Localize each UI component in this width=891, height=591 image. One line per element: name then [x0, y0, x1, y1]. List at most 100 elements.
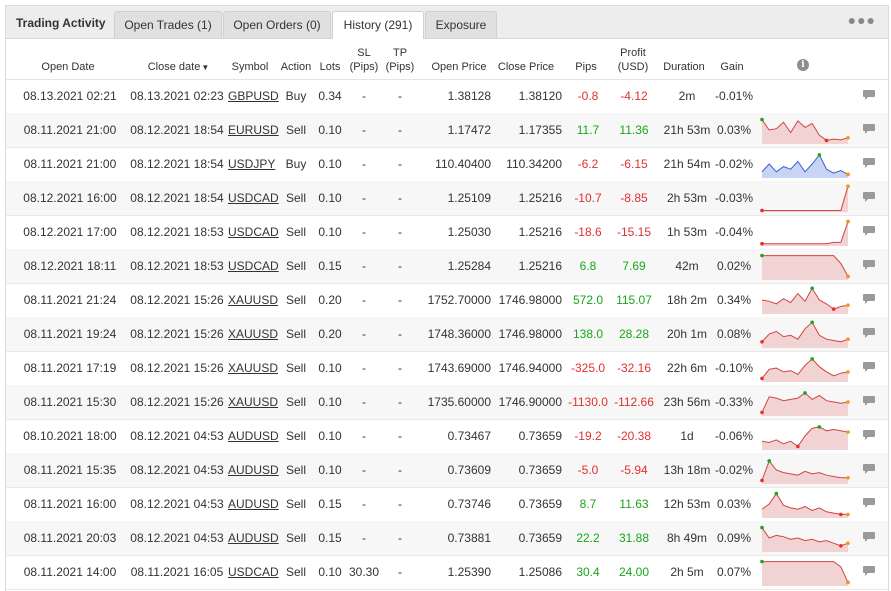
header-pips[interactable]: Pips	[566, 60, 606, 74]
header-open-date[interactable]: Open Date	[26, 60, 110, 74]
symbol-link[interactable]: XAUUSD	[228, 293, 278, 307]
close-date-cell: 08.12.2021 18:53	[130, 225, 224, 239]
symbol-link[interactable]: XAUUSD	[228, 361, 278, 375]
header-lots[interactable]: Lots	[314, 60, 346, 74]
comment-icon[interactable]	[862, 531, 876, 543]
comment-icon[interactable]	[862, 429, 876, 441]
header-close-date[interactable]: Close date▼	[131, 60, 226, 75]
gain-cell: 0.34%	[716, 293, 752, 307]
header-close-date-label: Close date	[147, 61, 201, 73]
sparkline-last-marker	[846, 476, 850, 480]
header-gain[interactable]: Gain	[711, 60, 753, 74]
sparkline-min-marker	[839, 512, 843, 517]
header-tp[interactable]: TP (Pips)	[380, 46, 420, 74]
header-close-price[interactable]: Close Price	[493, 60, 559, 74]
sparkline-last-marker	[846, 219, 850, 224]
panel-title: Trading Activity	[16, 16, 106, 30]
symbol-link[interactable]: AUDUSD	[228, 463, 279, 477]
trade-sparkline	[760, 184, 850, 213]
comment-icon[interactable]	[862, 293, 876, 305]
table-row: 08.11.2021 20:03 08.12.2021 04:53 AUDUSD Se…	[6, 521, 888, 556]
open-date-cell: 08.12.2021 17:00	[23, 225, 117, 239]
action-cell: Sell	[285, 395, 306, 409]
header-open-price[interactable]: Open Price	[420, 60, 498, 74]
action-cell: Sell	[285, 463, 306, 477]
close-date-cell: 08.13.2021 02:23	[130, 89, 224, 103]
header-sl[interactable]: SL (Pips)	[344, 46, 384, 74]
open-date-cell: 08.11.2021 19:24	[23, 327, 117, 341]
symbol-link[interactable]: USDCAD	[228, 225, 279, 239]
open-price-cell: 0.73467	[447, 429, 491, 443]
sparkline-area	[762, 426, 848, 450]
pips-cell: 572.0	[572, 293, 604, 307]
close-price-cell: 1.25086	[518, 565, 562, 579]
duration-cell: 2h 5m	[670, 565, 704, 579]
sparkline-area	[762, 527, 848, 552]
header-duration[interactable]: Duration	[658, 60, 710, 74]
symbol-link[interactable]: XAUUSD	[228, 395, 278, 409]
tab-exposure[interactable]: Exposure	[425, 11, 497, 38]
comment-icon[interactable]	[862, 497, 876, 509]
sparkline-max-marker	[803, 391, 807, 395]
header-profit[interactable]: Profit (USD)	[608, 46, 658, 74]
lots-cell: 0.10	[318, 157, 342, 171]
open-date-cell: 08.11.2021 21:00	[23, 157, 117, 171]
close-date-cell: 08.12.2021 04:53	[130, 429, 224, 443]
info-icon[interactable]: i	[797, 59, 809, 71]
close-date-cell: 08.12.2021 04:53	[130, 497, 224, 511]
more-options-icon[interactable]: ●●●	[848, 12, 876, 28]
close-price-cell: 0.73659	[518, 429, 562, 443]
sparkline-min-marker	[760, 208, 764, 213]
symbol-link[interactable]: AUDUSD	[228, 531, 279, 545]
comment-icon[interactable]	[862, 157, 876, 169]
symbol-link[interactable]: USDCAD	[228, 259, 279, 273]
open-price-cell: 0.73746	[447, 497, 491, 511]
lots-cell: 0.34	[318, 89, 342, 103]
header-profit-bottom: (USD)	[617, 61, 649, 73]
comment-icon[interactable]	[862, 89, 876, 101]
tab-history[interactable]: History (291)	[332, 11, 424, 39]
sparkline-max-marker	[760, 253, 764, 258]
open-price-cell: 1.25284	[447, 259, 491, 273]
symbol-link[interactable]: AUDUSD	[228, 429, 279, 443]
lots-cell: 0.15	[318, 259, 342, 273]
tab-open-trades[interactable]: Open Trades (1)	[114, 11, 222, 38]
sl-cell: -	[362, 259, 366, 273]
comment-icon[interactable]	[862, 361, 876, 373]
profit-cell: -8.85	[620, 191, 648, 205]
comment-icon[interactable]	[862, 259, 876, 271]
trade-sparkline	[760, 525, 850, 552]
sparkline-area	[762, 561, 848, 586]
comment-icon[interactable]	[862, 123, 876, 135]
comment-icon[interactable]	[862, 395, 876, 407]
comment-icon[interactable]	[862, 327, 876, 339]
open-price-cell: 0.73609	[447, 463, 491, 477]
sparkline-max-marker	[817, 425, 822, 429]
sl-cell: -	[362, 463, 366, 477]
table-row: 08.11.2021 21:24 08.12.2021 15:26 XAUUSD Se…	[6, 283, 888, 318]
comment-icon[interactable]	[862, 225, 876, 237]
symbol-link[interactable]: GBPUSD	[228, 89, 279, 103]
open-date-cell: 08.11.2021 16:00	[23, 497, 117, 511]
comment-icon[interactable]	[862, 191, 876, 203]
tab-open-orders[interactable]: Open Orders (0)	[223, 11, 331, 38]
comment-icon[interactable]	[862, 463, 876, 475]
symbol-link[interactable]: EURUSD	[228, 123, 279, 137]
sparkline-max-marker	[810, 320, 814, 325]
duration-cell: 21h 53m	[663, 123, 711, 137]
symbol-link[interactable]: XAUUSD	[228, 327, 278, 341]
open-date-cell: 08.12.2021 18:11	[23, 259, 117, 273]
symbol-link[interactable]: AUDUSD	[228, 497, 279, 511]
sparkline-area	[762, 186, 848, 212]
table-row: 08.12.2021 16:00 08.12.2021 18:54 USDCAD Se…	[6, 181, 888, 216]
symbol-link[interactable]: USDCAD	[228, 565, 279, 579]
symbol-link[interactable]: USDCAD	[228, 191, 279, 205]
header-symbol[interactable]: Symbol	[228, 60, 272, 74]
action-cell: Buy	[285, 89, 307, 103]
symbol-link[interactable]: USDJPY	[228, 157, 275, 171]
open-date-cell: 08.11.2021 15:35	[23, 463, 117, 477]
sparkline-area	[762, 255, 848, 280]
comment-icon[interactable]	[862, 565, 876, 577]
header-action[interactable]: Action	[276, 60, 316, 74]
trade-sparkline	[760, 253, 850, 280]
